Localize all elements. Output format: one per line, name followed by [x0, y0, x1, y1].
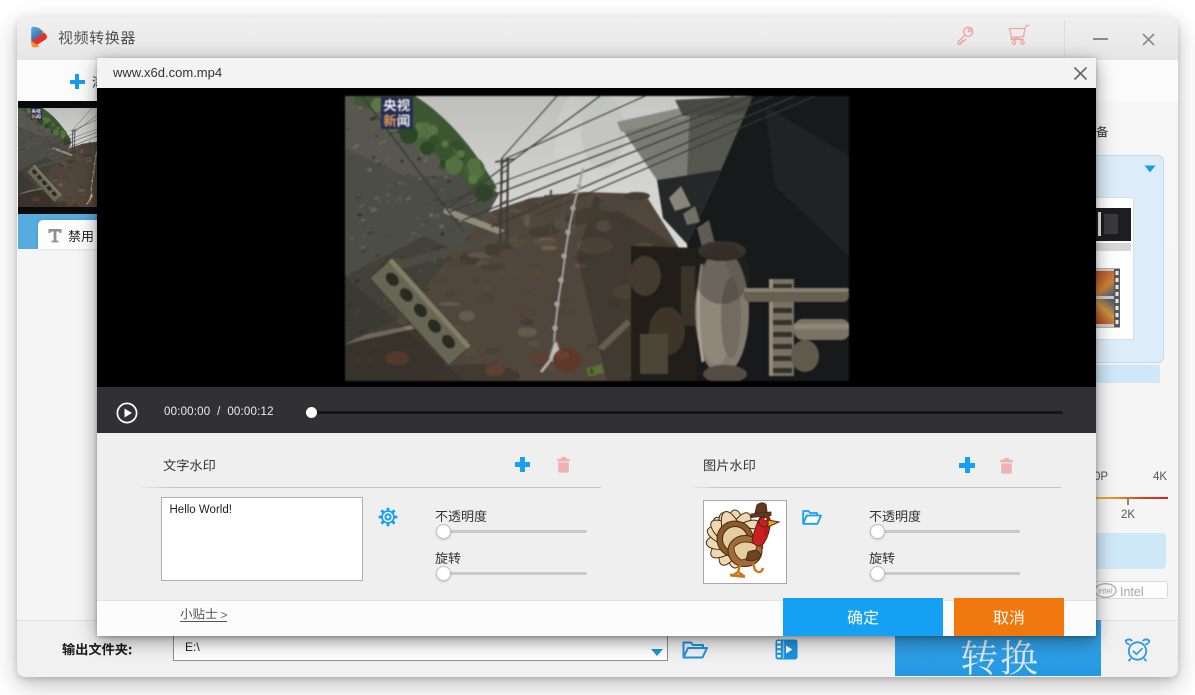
svg-text:intel: intel [1098, 587, 1113, 596]
